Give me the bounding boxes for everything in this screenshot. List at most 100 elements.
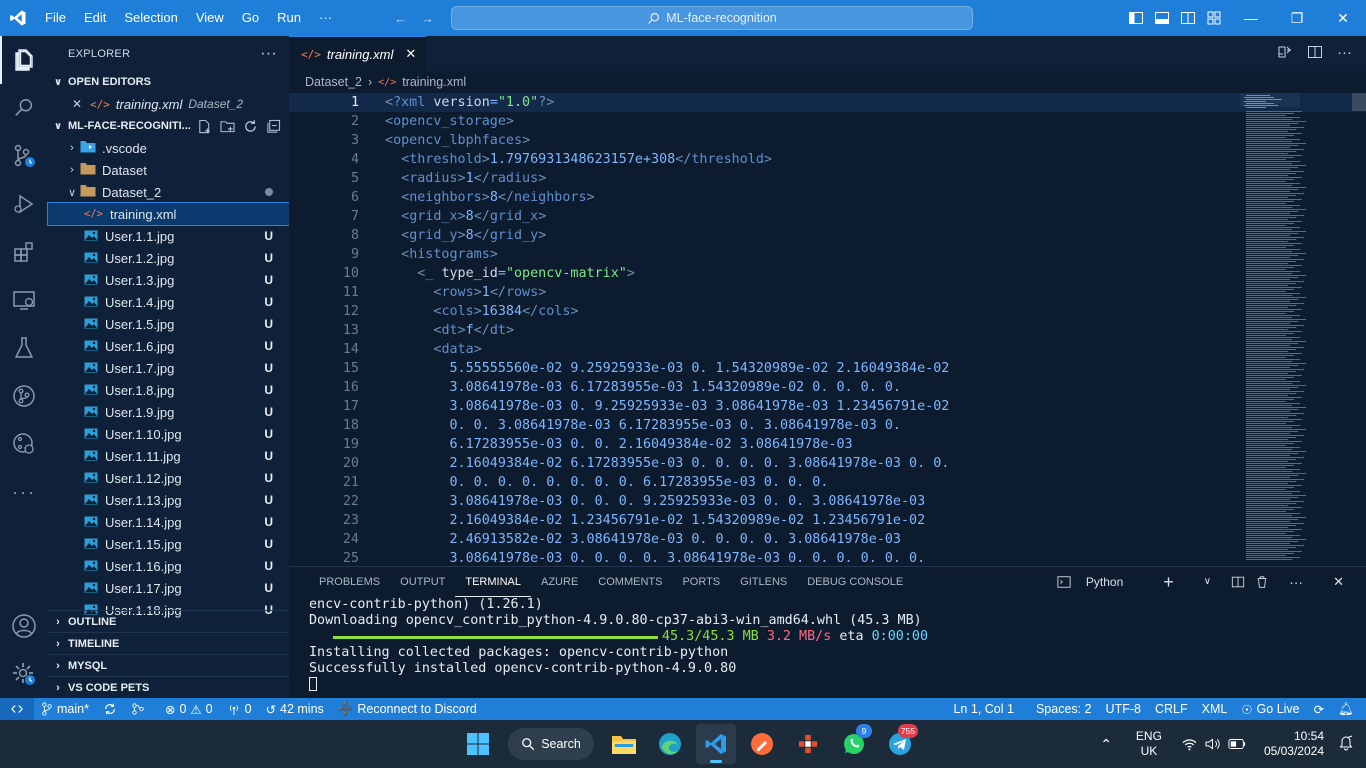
panel-tab-comments[interactable]: COMMENTS bbox=[588, 567, 672, 597]
new-file-icon[interactable] bbox=[197, 119, 212, 134]
clock[interactable]: 10:54 05/03/2024 bbox=[1254, 729, 1334, 759]
panel-tab-problems[interactable]: PROBLEMS bbox=[309, 567, 390, 597]
go-live-button[interactable]: ☉ Go Live bbox=[1234, 698, 1306, 720]
menu-edit[interactable]: Edit bbox=[75, 0, 115, 36]
quick-settings[interactable] bbox=[1174, 737, 1254, 751]
open-editors-section[interactable]: ∨ OPEN EDITORS bbox=[48, 71, 289, 93]
panel-tab-azure[interactable]: AZURE bbox=[531, 567, 588, 597]
tab-training-xml[interactable]: </> training.xml ✕ bbox=[289, 36, 427, 71]
new-terminal-plus-icon[interactable]: + bbox=[1153, 567, 1184, 597]
panel-tab-ports[interactable]: PORTS bbox=[672, 567, 730, 597]
compare-changes-icon[interactable] bbox=[1277, 44, 1293, 60]
problems-status[interactable]: ⊗ 0 ⚠ 0 bbox=[158, 698, 220, 720]
tree-item[interactable]: User.1.11.jpg U bbox=[48, 445, 289, 467]
restore-icon[interactable]: ❐ bbox=[1274, 0, 1320, 36]
minimize-icon[interactable]: — bbox=[1228, 0, 1274, 36]
kill-terminal-trash-icon[interactable] bbox=[1255, 575, 1269, 589]
close-tab-icon[interactable]: ✕ bbox=[405, 46, 416, 62]
scrollbar-thumb[interactable] bbox=[1352, 93, 1366, 111]
search-view-icon[interactable] bbox=[0, 84, 48, 132]
collapse-all-icon[interactable] bbox=[266, 119, 281, 134]
telegram-icon[interactable]: 755 bbox=[880, 724, 920, 764]
postman-icon[interactable] bbox=[742, 724, 782, 764]
notifications-bell-icon[interactable]: 🔔︎ bbox=[1331, 698, 1366, 720]
new-folder-icon[interactable] bbox=[220, 119, 235, 134]
vscode-taskbar-icon[interactable] bbox=[696, 724, 736, 764]
remote-indicator-icon[interactable] bbox=[0, 698, 34, 720]
tree-item[interactable]: User.1.16.jpg U bbox=[48, 555, 289, 577]
time-tracker[interactable]: ↺ 42 mins bbox=[259, 698, 331, 720]
chevron-down-icon[interactable]: ∨ bbox=[1194, 567, 1221, 597]
command-center-search[interactable]: ML-face-recognition bbox=[451, 6, 973, 30]
tree-item[interactable]: User.1.8.jpg U bbox=[48, 379, 289, 401]
tree-item[interactable]: User.1.9.jpg U bbox=[48, 401, 289, 423]
edge-browser-icon[interactable] bbox=[650, 724, 690, 764]
mysql-section[interactable]: › MYSQL bbox=[48, 654, 289, 676]
extensions-icon[interactable] bbox=[0, 228, 48, 276]
terminal-output[interactable]: encv-contrib-python) (1.26.1) Downloadin… bbox=[289, 597, 1366, 693]
git-tool-icon[interactable] bbox=[788, 724, 828, 764]
ports-status[interactable]: 0 bbox=[220, 698, 259, 720]
language-mode[interactable]: XML bbox=[1195, 698, 1235, 720]
code-editor[interactable]: 1 <?xml version="1.0"?> 2 <opencv_storage> 3… bbox=[289, 93, 1366, 566]
menu-view[interactable]: View bbox=[187, 0, 233, 36]
tree-item[interactable]: </> training.xml bbox=[47, 202, 290, 226]
end-of-line[interactable]: CRLF bbox=[1148, 698, 1195, 720]
breadcrumb-folder[interactable]: Dataset_2 bbox=[305, 75, 362, 89]
project-section[interactable]: ∨ ML-FACE-RECOGNITI... bbox=[48, 115, 289, 137]
menu-run[interactable]: Run bbox=[268, 0, 310, 36]
branch-status[interactable]: main* bbox=[34, 698, 96, 720]
accounts-icon[interactable] bbox=[0, 602, 48, 650]
editor-more-icon[interactable]: ··· bbox=[1337, 44, 1352, 61]
tree-item[interactable]: User.1.14.jpg U bbox=[48, 511, 289, 533]
split-terminal-icon[interactable] bbox=[1231, 575, 1245, 589]
outline-section[interactable]: › OUTLINE bbox=[48, 610, 289, 632]
panel-tab-gitlens[interactable]: GITLENS bbox=[730, 567, 797, 597]
remote-explorer-icon[interactable] bbox=[0, 276, 48, 324]
vscode-pets-section[interactable]: › VS CODE PETS bbox=[48, 676, 289, 698]
close-panel-icon[interactable]: ✕ bbox=[1323, 567, 1354, 597]
terminal-shell-selector[interactable]: Python bbox=[1047, 567, 1143, 597]
tree-item[interactable]: User.1.15.jpg U bbox=[48, 533, 289, 555]
notification-center-icon[interactable] bbox=[1334, 735, 1366, 754]
back-arrow-icon[interactable]: ← bbox=[394, 11, 407, 26]
tree-item[interactable]: › .vscode bbox=[48, 137, 289, 159]
panel-tab-terminal[interactable]: TERMINAL bbox=[455, 567, 531, 597]
manage-gear-icon[interactable] bbox=[0, 650, 48, 698]
taskbar-search-button[interactable]: Search bbox=[508, 728, 594, 760]
menu-go[interactable]: Go bbox=[233, 0, 268, 36]
panel-more-icon[interactable]: ··· bbox=[1279, 567, 1313, 597]
indentation[interactable]: Spaces: 2 bbox=[1029, 698, 1099, 720]
tree-item[interactable]: User.1.17.jpg U bbox=[48, 577, 289, 599]
input-language[interactable]: ENG UK bbox=[1124, 729, 1174, 759]
tree-item[interactable]: User.1.13.jpg U bbox=[48, 489, 289, 511]
windows-start-icon[interactable] bbox=[458, 724, 498, 764]
sync-icon[interactable] bbox=[96, 698, 124, 720]
forward-arrow-icon[interactable]: → bbox=[421, 11, 434, 26]
breadcrumb-file[interactable]: training.xml bbox=[402, 75, 466, 89]
encoding[interactable]: UTF-8 bbox=[1099, 698, 1148, 720]
timeline-section[interactable]: › TIMELINE bbox=[48, 632, 289, 654]
more-views-icon[interactable]: ··· bbox=[0, 468, 48, 516]
explorer-icon[interactable] bbox=[0, 36, 48, 84]
tree-item[interactable]: User.1.10.jpg U bbox=[48, 423, 289, 445]
tree-item[interactable]: User.1.2.jpg U bbox=[48, 247, 289, 269]
tree-item[interactable]: ∨ Dataset_2 bbox=[48, 181, 289, 203]
cursor-position[interactable]: Ln 1, Col 1 bbox=[946, 698, 1020, 720]
explorer-more-icon[interactable]: ··· bbox=[260, 45, 277, 63]
minimap[interactable] bbox=[1240, 93, 1350, 566]
tree-item[interactable]: User.1.12.jpg U bbox=[48, 467, 289, 489]
whatsapp-icon[interactable]: 9 bbox=[834, 724, 874, 764]
tree-item[interactable]: User.1.4.jpg U bbox=[48, 291, 289, 313]
panel-tab-output[interactable]: OUTPUT bbox=[390, 567, 455, 597]
file-explorer-icon[interactable] bbox=[604, 724, 644, 764]
close-icon[interactable]: ✕ bbox=[72, 97, 90, 111]
testing-flask-icon[interactable] bbox=[0, 324, 48, 372]
menu-file[interactable]: File bbox=[36, 0, 75, 36]
gitlens-inspect-icon[interactable] bbox=[0, 420, 48, 468]
git-graph-icon[interactable] bbox=[124, 698, 152, 720]
toggle-panel-icon[interactable] bbox=[1154, 10, 1170, 26]
toggle-sidebar-icon[interactable] bbox=[1128, 10, 1144, 26]
tree-item[interactable]: › Dataset bbox=[48, 159, 289, 181]
run-debug-icon[interactable] bbox=[0, 180, 48, 228]
